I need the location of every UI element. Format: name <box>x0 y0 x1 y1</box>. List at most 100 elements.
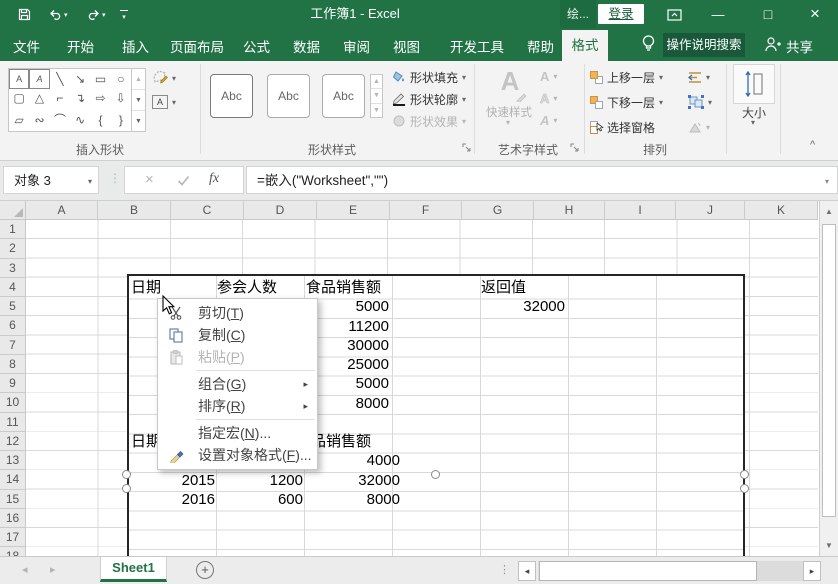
object-handle-middle-left[interactable] <box>122 484 131 493</box>
maximize-button[interactable]: □ <box>756 0 780 28</box>
group-objects-button[interactable]: ▾ <box>688 92 712 112</box>
column-header-g[interactable]: G <box>462 201 534 220</box>
tab-help[interactable]: 帮助 <box>527 36 554 56</box>
size-button[interactable] <box>733 64 775 104</box>
row-header[interactable]: 7 <box>0 336 26 355</box>
menu-item-sort[interactable]: 排序(R) ▸ <box>158 395 317 417</box>
edit-shape-dropdown-icon[interactable]: ▾ <box>172 74 176 83</box>
line-shape-icon[interactable]: ╲ <box>50 69 70 89</box>
tab-review[interactable]: 审阅 <box>343 36 370 56</box>
redo-icon[interactable] <box>86 8 100 20</box>
right-brace-shape-icon[interactable]: } <box>111 108 131 131</box>
right-arrow-shape-icon[interactable]: ⇨ <box>90 89 110 109</box>
bring-forward-button[interactable]: 上移一层▾ <box>590 67 663 87</box>
column-header-d[interactable]: D <box>244 201 317 220</box>
tab-formulas[interactable]: 公式 <box>243 36 270 56</box>
gallery-scroll-up-icon[interactable]: ▲ <box>132 69 145 90</box>
curve-shape-icon[interactable]: ∿ <box>70 108 90 131</box>
vertical-textbox-icon[interactable]: A <box>29 69 49 89</box>
row-header[interactable]: 4 <box>0 278 26 297</box>
wordart-dialog-launcher-icon[interactable] <box>570 143 580 153</box>
text-effects-button[interactable]: A▾ <box>540 110 557 130</box>
name-box[interactable]: 对象 3 ▾ <box>3 166 99 194</box>
arc-shape-icon[interactable]: ⌒ <box>50 108 70 131</box>
spreadsheet-grid[interactable]: A B C D E F G H I J K 1 2 3 4 5 6 7 8 9 … <box>0 201 838 556</box>
hscroll-left-button[interactable]: ◂ <box>518 561 536 581</box>
elbow-connector-icon[interactable]: ⌐ <box>50 89 70 109</box>
left-brace-shape-icon[interactable]: { <box>90 108 110 131</box>
shape-fill-button[interactable]: 形状填充▾ <box>392 67 466 87</box>
column-header-e[interactable]: E <box>317 201 390 220</box>
gallery-scroll-down-icon[interactable]: ▼ <box>132 90 145 111</box>
row-header[interactable]: 5 <box>0 297 26 316</box>
close-button[interactable]: × <box>802 0 828 28</box>
shape-style-preview-1[interactable]: Abc <box>210 74 253 118</box>
insert-function-icon[interactable]: fx <box>209 171 219 187</box>
column-header-f[interactable]: F <box>390 201 462 220</box>
formula-bar-splitter-icon[interactable]: ⋮ <box>109 171 121 185</box>
rectangle-shape-icon[interactable]: ▭ <box>90 69 110 89</box>
sign-in-button[interactable]: 登录 <box>598 4 644 24</box>
shape-effects-button[interactable]: 形状效果▾ <box>392 111 466 131</box>
tab-file[interactable]: 文件 <box>13 36 40 56</box>
column-header-b[interactable]: B <box>98 201 171 220</box>
horizontal-scrollbar-thumb[interactable] <box>539 561 757 581</box>
gallery-more-icon[interactable]: ▼ <box>132 111 145 131</box>
menu-item-assign-macro[interactable]: 指定宏(N)... <box>158 422 317 444</box>
row-header[interactable]: 8 <box>0 355 26 374</box>
triangle-shape-icon[interactable]: △ <box>29 89 49 109</box>
collapse-ribbon-icon[interactable]: ^ <box>810 139 815 151</box>
oval-shape-icon[interactable]: ○ <box>111 69 131 89</box>
row-header[interactable]: 10 <box>0 393 26 412</box>
scroll-up-icon[interactable]: ▲ <box>825 207 833 216</box>
tabbar-splitter-icon[interactable]: ⋮ <box>499 563 510 576</box>
column-header-a[interactable]: A <box>26 201 98 220</box>
style-scroll-down-icon[interactable]: ▼ <box>371 89 382 103</box>
menu-item-copy[interactable]: 复制(C) <box>158 324 317 346</box>
text-outline-button[interactable]: A▾ <box>540 88 557 108</box>
sheet-nav-right-icon[interactable]: ▸ <box>50 563 56 576</box>
shape-style-preview-2[interactable]: Abc <box>267 74 310 118</box>
expand-formula-bar-icon[interactable]: ▾ <box>825 177 829 186</box>
menu-item-paste[interactable]: 粘贴(P) <box>158 346 317 368</box>
style-more-icon[interactable]: ▼ <box>371 104 382 117</box>
enter-formula-icon[interactable] <box>177 175 190 186</box>
object-handle-top-middle[interactable] <box>431 470 440 479</box>
quick-styles-dropdown-icon[interactable]: ▾ <box>506 118 510 127</box>
shape-style-preview-3[interactable]: Abc <box>322 74 365 118</box>
freeform-shape-icon[interactable]: ▱ <box>9 108 29 131</box>
redo-dropdown-icon[interactable]: ▾ <box>102 11 106 19</box>
menu-item-format-object[interactable]: 设置对象格式(F)... <box>158 444 317 466</box>
row-header[interactable]: 15 <box>0 490 26 509</box>
ribbon-display-options-icon[interactable] <box>666 8 682 21</box>
undo-dropdown-icon[interactable]: ▾ <box>64 11 68 19</box>
row-header[interactable]: 9 <box>0 374 26 393</box>
select-all-corner[interactable] <box>0 201 26 220</box>
text-fill-button[interactable]: A▾ <box>540 66 557 86</box>
textbox-icon[interactable]: A <box>9 69 29 89</box>
elbow-arrow-connector-icon[interactable]: ↴ <box>70 89 90 109</box>
rotate-button[interactable]: ▾ <box>688 117 710 137</box>
tab-format-active[interactable]: 格式 <box>562 30 608 61</box>
tab-insert[interactable]: 插入 <box>122 36 149 56</box>
save-icon[interactable] <box>16 7 32 21</box>
menu-item-group[interactable]: 组合(G) ▸ <box>158 373 317 395</box>
hscroll-right-button[interactable]: ▸ <box>803 561 821 581</box>
tell-me-search-input[interactable]: 操作说明搜索 <box>663 33 745 57</box>
quick-styles-button[interactable]: A <box>488 66 532 104</box>
selection-pane-button[interactable]: 选择窗格 <box>590 117 655 137</box>
row-header[interactable]: 1 <box>0 220 26 239</box>
rounded-rectangle-shape-icon[interactable]: ▢ <box>9 89 29 109</box>
row-header[interactable]: 3 <box>0 259 26 278</box>
shape-gallery[interactable]: A A ╲ ↘ ▭ ○ ▢ △ ⌐ ↴ ⇨ ⇩ ▱ ∾ ⌒ ∿ { } <box>8 68 132 132</box>
tab-data[interactable]: 数据 <box>293 36 320 56</box>
row-header[interactable]: 17 <box>0 528 26 547</box>
send-backward-button[interactable]: 下移一层▾ <box>590 92 663 112</box>
row-header[interactable]: 13 <box>0 451 26 470</box>
vertical-scrollbar[interactable]: ▲ ▼ <box>819 201 838 556</box>
row-header[interactable]: 14 <box>0 470 26 489</box>
object-handle-middle-right[interactable] <box>740 484 749 493</box>
row-header[interactable]: 2 <box>0 239 26 258</box>
minimize-button[interactable]: — <box>706 0 730 28</box>
scroll-down-icon[interactable]: ▼ <box>825 541 833 550</box>
